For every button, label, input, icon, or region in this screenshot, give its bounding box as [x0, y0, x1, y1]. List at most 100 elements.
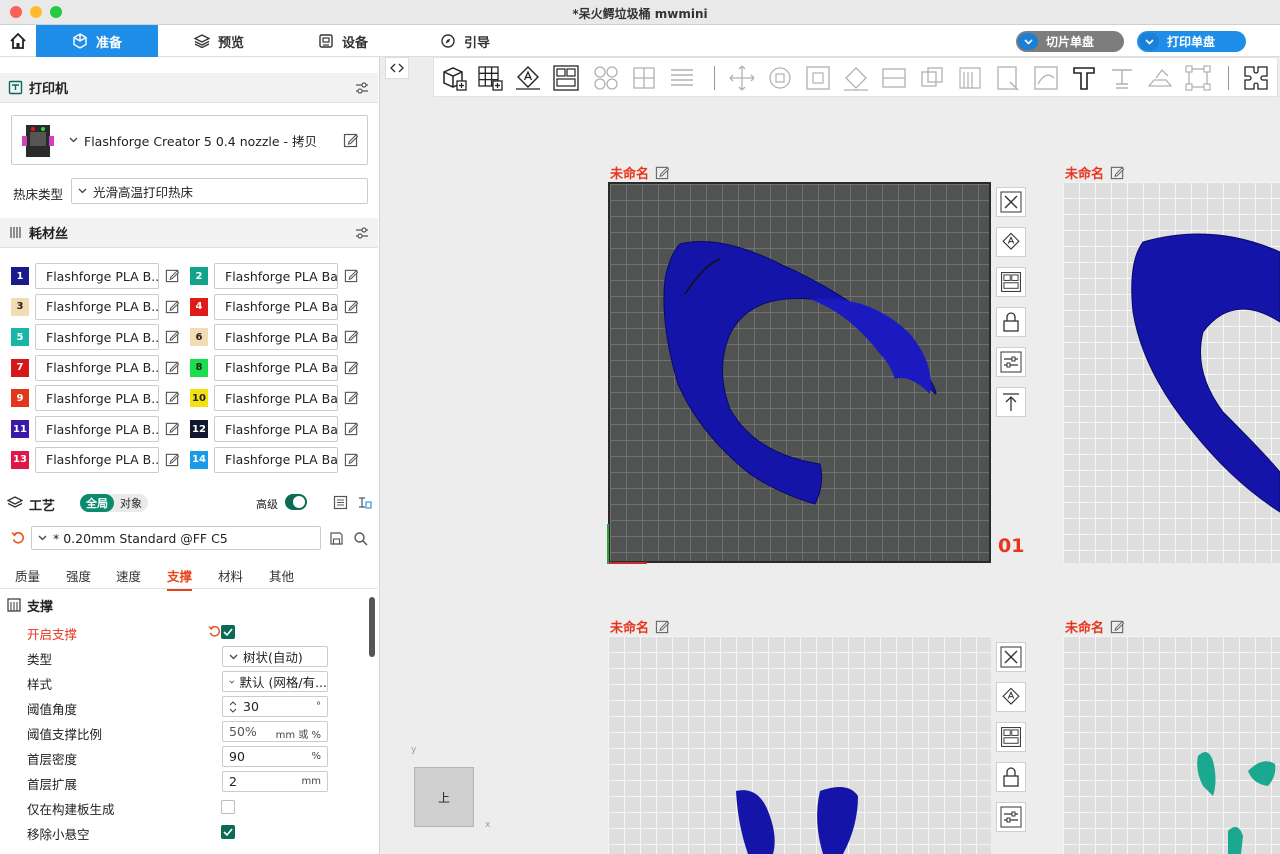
- filament-select[interactable]: Flashforge PLA Ba...: [214, 354, 338, 381]
- plate-settings-button[interactable]: [996, 347, 1026, 377]
- toggle-global[interactable]: 全局: [80, 494, 114, 512]
- filament-select[interactable]: Flashforge PLA Ba...: [214, 416, 338, 442]
- view-cube[interactable]: 上: [414, 767, 474, 827]
- delete-plate-button[interactable]: [996, 642, 1026, 672]
- edit-icon[interactable]: [344, 452, 359, 467]
- seam-paint-icon[interactable]: [994, 64, 1022, 92]
- filament-select[interactable]: Flashforge PLA B...: [35, 446, 159, 473]
- auto-orient-icon[interactable]: [514, 64, 542, 92]
- tab-support[interactable]: 支撑: [167, 566, 193, 591]
- collapse-sidebar-button[interactable]: [385, 57, 409, 79]
- filament-select[interactable]: Flashforge PLA B...: [35, 385, 159, 412]
- remove-small-overhangs-checkbox[interactable]: [221, 825, 235, 839]
- enable-support-checkbox[interactable]: [221, 625, 235, 639]
- arrange-plate-button[interactable]: [996, 722, 1026, 752]
- slice-plate-button[interactable]: 切片单盘: [1016, 31, 1124, 52]
- edit-icon[interactable]: [165, 360, 180, 375]
- reset-icon[interactable]: [208, 625, 221, 638]
- edit-icon[interactable]: [343, 132, 359, 148]
- filament-color-swatch[interactable]: 12: [190, 420, 208, 438]
- toggle-object[interactable]: 对象: [114, 494, 148, 512]
- list-view-icon[interactable]: [333, 495, 348, 510]
- compare-icon[interactable]: [357, 495, 372, 510]
- filament-select[interactable]: Flashforge PLA Ba...: [214, 263, 338, 289]
- scale-icon[interactable]: [804, 64, 832, 92]
- layers-list-icon[interactable]: [668, 64, 696, 92]
- printer-select[interactable]: Flashforge Creator 5 0.4 nozzle - 拷贝: [63, 127, 339, 153]
- lock-plate-button[interactable]: [996, 762, 1026, 792]
- edit-icon[interactable]: [165, 299, 180, 314]
- text-tool-icon[interactable]: [1070, 64, 1098, 92]
- plate-3-bed[interactable]: [608, 636, 991, 854]
- slice-dropdown-arrow[interactable]: [1018, 33, 1038, 50]
- rotate-icon[interactable]: [766, 64, 794, 92]
- plate-4-bed[interactable]: [1063, 636, 1280, 854]
- edit-icon[interactable]: [165, 421, 180, 436]
- reset-icon[interactable]: [11, 531, 25, 545]
- edit-icon[interactable]: [165, 329, 180, 344]
- params-scrollbar[interactable]: [369, 597, 375, 657]
- filament-color-swatch[interactable]: 9: [11, 389, 29, 408]
- tab-strength[interactable]: 强度: [66, 566, 91, 585]
- filament-color-swatch[interactable]: 6: [190, 328, 208, 347]
- filament-color-swatch[interactable]: 3: [11, 297, 29, 316]
- orient-plate-button[interactable]: [996, 682, 1026, 712]
- 3d-viewport[interactable]: 未命名 01 未命名 未命名 未命名 上 y x: [381, 57, 1280, 854]
- filament-color-swatch[interactable]: 7: [11, 358, 29, 377]
- move-icon[interactable]: [728, 64, 756, 92]
- split-parts-icon[interactable]: [630, 64, 658, 92]
- filament-color-swatch[interactable]: 13: [11, 450, 29, 469]
- orient-plate-button[interactable]: [996, 227, 1026, 257]
- tab-speed[interactable]: 速度: [116, 566, 141, 585]
- tab-guide[interactable]: 引导: [440, 25, 490, 57]
- delete-plate-button[interactable]: [996, 187, 1026, 217]
- filament-select[interactable]: Flashforge PLA Ba...: [214, 324, 338, 351]
- edit-icon[interactable]: [344, 390, 359, 405]
- move-to-top-button[interactable]: [996, 387, 1026, 417]
- edit-icon[interactable]: [1110, 619, 1125, 634]
- plate-2-bed[interactable]: [1063, 182, 1280, 563]
- bed-type-select[interactable]: 光滑高温打印热床: [71, 178, 368, 204]
- plate-3-model[interactable]: [608, 636, 991, 854]
- edit-icon[interactable]: [165, 268, 180, 283]
- filament-color-swatch[interactable]: 11: [11, 420, 29, 438]
- filament-color-swatch[interactable]: 4: [190, 297, 208, 316]
- split-objects-icon[interactable]: [592, 64, 620, 92]
- print-dropdown-arrow[interactable]: [1139, 33, 1159, 50]
- print-plate-button[interactable]: 打印单盘: [1137, 31, 1246, 52]
- plate-settings-button[interactable]: [996, 802, 1026, 832]
- support-style-select[interactable]: 默认 (网格/有...: [222, 671, 328, 692]
- filament-color-swatch[interactable]: 1: [11, 267, 29, 285]
- edit-icon[interactable]: [165, 452, 180, 467]
- first-layer-density-input[interactable]: 90 %: [222, 746, 328, 767]
- spinner-arrows-icon[interactable]: [229, 700, 237, 714]
- home-button[interactable]: [4, 29, 32, 53]
- plate-2-label[interactable]: 未命名: [1065, 163, 1125, 182]
- buildplate-only-checkbox[interactable]: [221, 800, 235, 814]
- filament-color-swatch[interactable]: 2: [190, 267, 208, 285]
- filament-select[interactable]: Flashforge PLA Ba...: [214, 446, 338, 473]
- filament-select[interactable]: Flashforge PLA B...: [35, 324, 159, 351]
- edit-icon[interactable]: [344, 268, 359, 283]
- plate-1-label[interactable]: 未命名: [610, 163, 670, 182]
- mesh-boolean-icon[interactable]: [918, 64, 946, 92]
- plate-2-model[interactable]: [1063, 182, 1280, 563]
- arrange-icon[interactable]: [552, 64, 580, 92]
- settings-sliders-icon[interactable]: [354, 80, 370, 96]
- tab-device[interactable]: 设备: [318, 25, 368, 57]
- plate-1-bed[interactable]: [607, 182, 991, 564]
- process-preset-select[interactable]: * 0.20mm Standard @FF C5: [31, 526, 321, 550]
- filament-color-swatch[interactable]: 8: [190, 358, 208, 377]
- arrange-plate-button[interactable]: [996, 267, 1026, 297]
- lock-plate-button[interactable]: [996, 307, 1026, 337]
- support-paint-icon[interactable]: [956, 64, 984, 92]
- edit-icon[interactable]: [344, 299, 359, 314]
- bounding-box-icon[interactable]: [1184, 64, 1212, 92]
- first-layer-expansion-input[interactable]: 2 mm: [222, 771, 328, 792]
- filament-select[interactable]: Flashforge PLA B...: [35, 293, 159, 320]
- tab-material[interactable]: 材料: [218, 566, 243, 585]
- add-object-icon[interactable]: [440, 64, 468, 92]
- plate-4-model[interactable]: [1063, 636, 1280, 854]
- threshold-ratio-input[interactable]: 50% mm 或 %: [222, 721, 328, 742]
- plate-1-model[interactable]: [610, 184, 990, 562]
